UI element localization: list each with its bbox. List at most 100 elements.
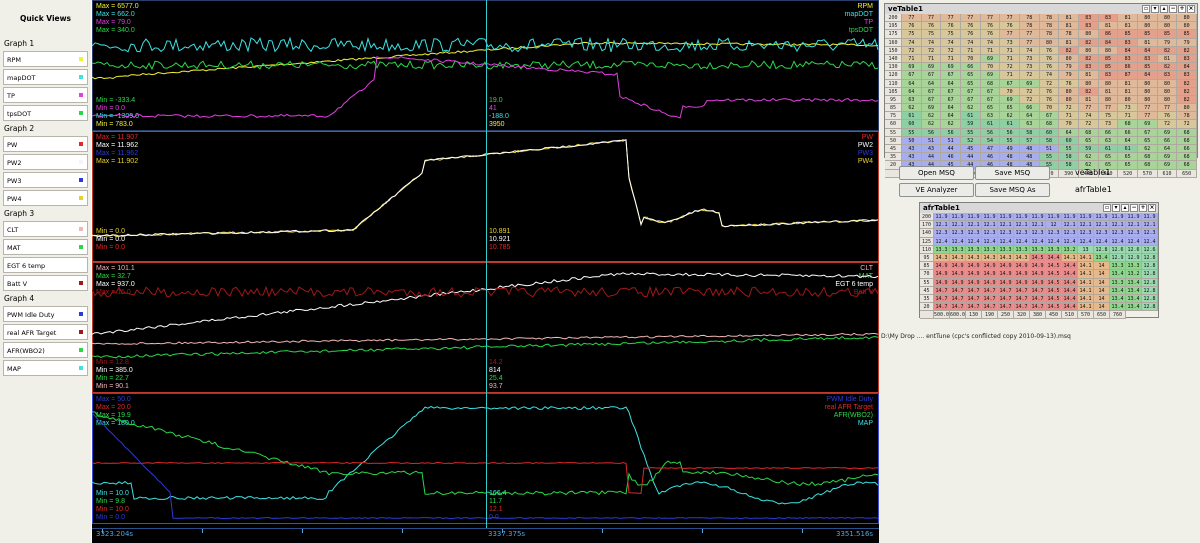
table-cell[interactable]: 67	[1039, 112, 1060, 121]
table-cell[interactable]: 12.9	[1110, 253, 1126, 263]
table-cell[interactable]: 12.1	[1078, 221, 1094, 230]
table-cell[interactable]: 83	[1177, 54, 1197, 64]
table-cell[interactable]: 66	[1118, 128, 1138, 137]
table-cell[interactable]: 68	[1177, 153, 1197, 162]
table-cell[interactable]: 80	[1137, 87, 1158, 96]
table-cell[interactable]: 62	[1000, 112, 1020, 121]
table-cell[interactable]: 83	[1078, 63, 1099, 72]
table-cell[interactable]: 12.4	[966, 237, 982, 246]
sidebar-item[interactable]: MAP	[3, 360, 88, 376]
table-cell[interactable]: 80	[1157, 95, 1178, 105]
table-cell[interactable]: 77	[1078, 104, 1099, 113]
table-cell[interactable]: 78	[1019, 22, 1040, 31]
table-cell[interactable]: 55	[1039, 153, 1060, 162]
table-cell[interactable]: 85	[1137, 30, 1158, 39]
table-cell[interactable]: 73	[1098, 120, 1119, 129]
table-cell[interactable]: 67	[1000, 79, 1020, 88]
table-cell[interactable]: 12.4	[934, 237, 950, 246]
table-cell[interactable]: 68	[1039, 120, 1060, 129]
table-cell[interactable]: 80	[1137, 22, 1158, 31]
table-cell[interactable]: 82	[1059, 46, 1079, 55]
table-cell[interactable]: 79	[1157, 38, 1178, 47]
table-cell[interactable]: 64	[902, 79, 922, 88]
table-cell[interactable]: 76	[1039, 95, 1060, 105]
table-cell[interactable]: 14.5	[1046, 270, 1062, 279]
table-cell[interactable]: 69	[941, 63, 961, 72]
table-cell[interactable]: 12.3	[1078, 229, 1094, 238]
table-cell[interactable]: 77	[1000, 14, 1020, 23]
table-cell[interactable]: 12	[1046, 221, 1062, 230]
table-cell[interactable]: 81	[1098, 22, 1119, 31]
table-cell[interactable]: 80	[1078, 30, 1099, 39]
table-cell[interactable]: 77	[960, 14, 981, 23]
table-cell[interactable]: 43	[902, 145, 922, 154]
table-cell[interactable]: 11.9	[966, 213, 982, 222]
table-cell[interactable]: 68	[1137, 161, 1158, 170]
table-cell[interactable]: 12.3	[1046, 229, 1062, 238]
table-cell[interactable]: 71	[941, 54, 961, 64]
table-cell[interactable]: 73	[1000, 38, 1020, 47]
table-cell[interactable]: 76	[902, 22, 922, 31]
time-cursor[interactable]	[486, 0, 487, 528]
table-cell[interactable]: 14.7	[966, 294, 982, 304]
table-cell[interactable]: 12.1	[1126, 221, 1142, 230]
table-cell[interactable]: 14.9	[1014, 278, 1030, 287]
table-cell[interactable]: 72	[1039, 79, 1060, 88]
table-cell[interactable]: 69	[902, 63, 922, 72]
table-cell[interactable]: 83	[1078, 14, 1099, 23]
table-cell[interactable]: 69	[1157, 161, 1178, 170]
table-cell[interactable]: 81	[1078, 95, 1099, 105]
table-cell[interactable]: 14.7	[982, 303, 998, 312]
table-cell[interactable]: 57	[1019, 136, 1040, 145]
table-cell[interactable]: 70	[1059, 120, 1079, 129]
table-cell[interactable]: 72	[1157, 120, 1178, 129]
table-cell[interactable]: 65	[1078, 136, 1099, 145]
table-cell[interactable]: 76	[941, 22, 961, 31]
table-cell[interactable]: 62	[1137, 145, 1158, 154]
table-cell[interactable]: 43	[902, 153, 922, 162]
sidebar-item[interactable]: PW4	[3, 190, 88, 206]
table-cell[interactable]: 14.5	[1046, 278, 1062, 287]
table-cell[interactable]: 83	[1157, 71, 1178, 80]
table-cell[interactable]: 80	[1137, 79, 1158, 88]
table-cell[interactable]: 14.5	[1046, 303, 1062, 312]
table-cell[interactable]: 48	[1019, 145, 1040, 154]
table-cell[interactable]: 12.4	[1110, 237, 1126, 246]
table-cell[interactable]: 13.3	[1126, 262, 1142, 271]
table-cell[interactable]: 13.3	[998, 245, 1014, 254]
table-cell[interactable]: 68	[1118, 120, 1138, 129]
table-cell[interactable]: 64	[1059, 128, 1079, 137]
table-cell[interactable]: 14.5	[1046, 286, 1062, 295]
table-cell[interactable]: 14.7	[982, 286, 998, 295]
table-cell[interactable]: 55	[1059, 145, 1079, 154]
table-cell[interactable]: 12.1	[934, 221, 950, 230]
table-cell[interactable]: 65	[1000, 104, 1020, 113]
table-cell[interactable]: 45	[960, 145, 981, 154]
table-cell[interactable]: 12.4	[1142, 237, 1158, 246]
table-cell[interactable]: 12.4	[1126, 237, 1142, 246]
table-cell[interactable]: 77	[1137, 112, 1158, 121]
table-cell[interactable]: 14.9	[966, 278, 982, 287]
table-cell[interactable]: 74	[1019, 46, 1040, 55]
sidebar-item[interactable]: PWM Idle Duty	[3, 306, 88, 322]
table-cell[interactable]: 14.1	[1078, 270, 1094, 279]
table-cell[interactable]: 82	[1177, 95, 1197, 105]
table-cell[interactable]: 75	[1098, 112, 1119, 121]
table-cell[interactable]: 64	[941, 112, 961, 121]
table-cell[interactable]: 58	[1059, 153, 1079, 162]
table-cell[interactable]: 76	[1039, 63, 1060, 72]
table-cell[interactable]: 43	[921, 145, 942, 154]
table-cell[interactable]: 13.4	[1094, 253, 1110, 263]
table-cell[interactable]: 65	[1098, 153, 1119, 162]
table-cell[interactable]: 80	[1137, 14, 1158, 23]
table-cell[interactable]: 12.6	[1142, 245, 1158, 254]
table-cell[interactable]: 85	[1137, 63, 1158, 72]
table-cell[interactable]: 14	[1094, 270, 1110, 279]
table-cell[interactable]: 72	[921, 46, 942, 55]
table-cell[interactable]: 14.7	[934, 303, 950, 312]
table-cell[interactable]: 12.3	[1094, 229, 1110, 238]
table-cell[interactable]: 14.7	[1014, 294, 1030, 304]
table-cell[interactable]: 11.9	[1078, 213, 1094, 222]
table-cell[interactable]: 71	[1118, 112, 1138, 121]
table-cell[interactable]: 13	[1078, 245, 1094, 254]
